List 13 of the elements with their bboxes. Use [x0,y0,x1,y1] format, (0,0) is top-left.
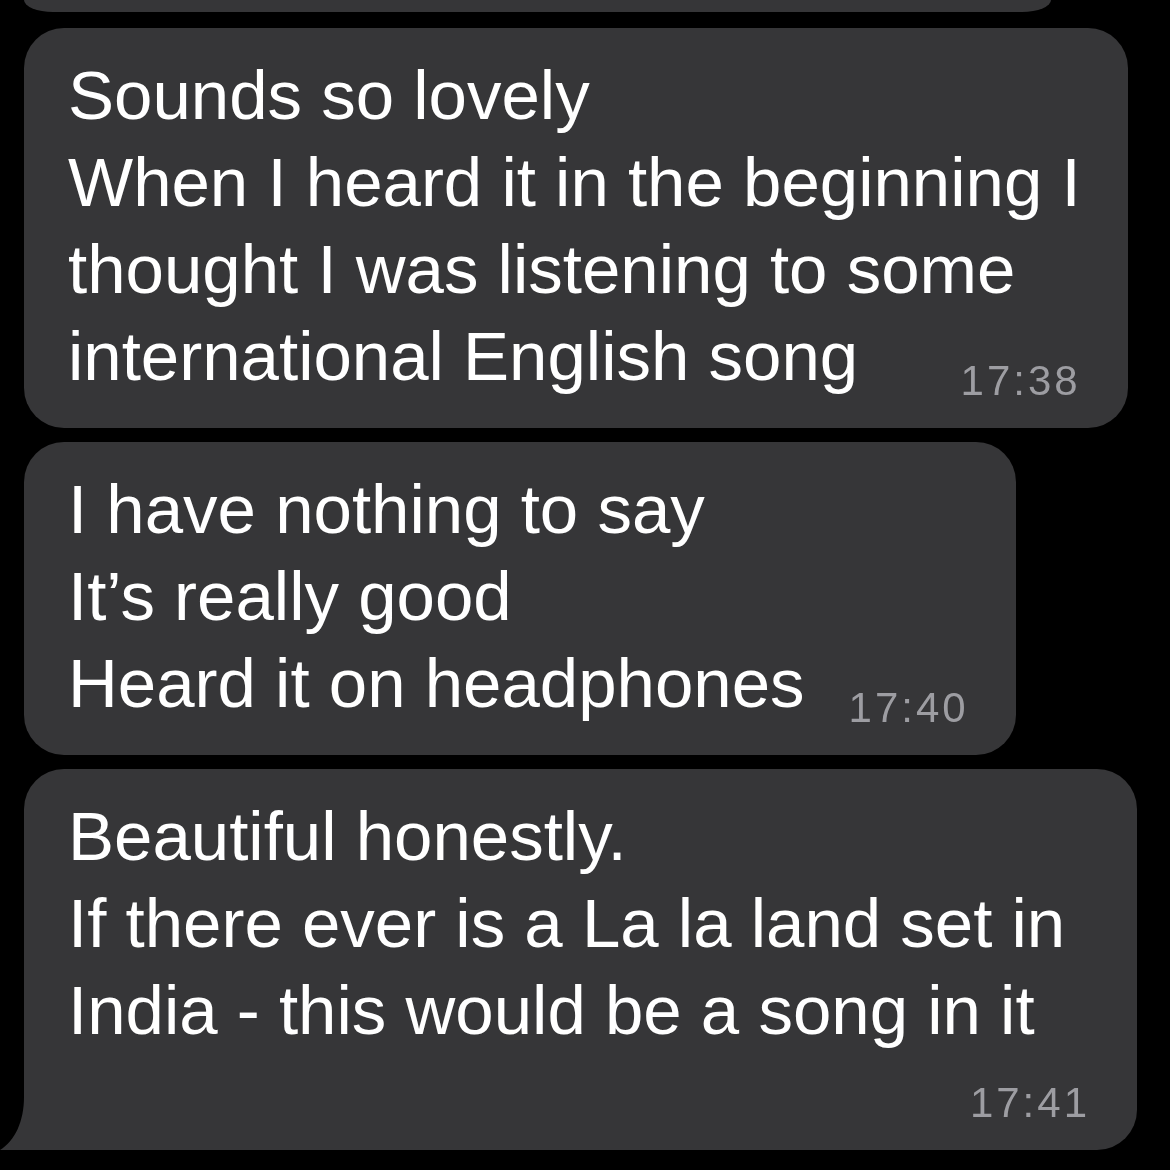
message-text: I have nothing to say [68,470,705,550]
message-text: Heard it on headphones [68,644,805,724]
message-text: India - this would be a song in it [68,971,1035,1051]
message-text: If there ever is a La la land set in [68,884,1066,964]
timestamp: 17:40 [848,689,969,727]
message-text: Sounds so lovely [68,56,590,136]
message-text: thought I was listening to some [68,230,1016,310]
message-text: Beautiful honestly. [68,797,627,877]
message-text: It’s really good [68,557,512,637]
timestamp: 17:38 [960,362,1081,400]
message-text: When I heard it in the beginning I [68,143,1081,223]
message-text: international English song [68,317,859,397]
timestamp: 17:41 [969,1084,1090,1122]
